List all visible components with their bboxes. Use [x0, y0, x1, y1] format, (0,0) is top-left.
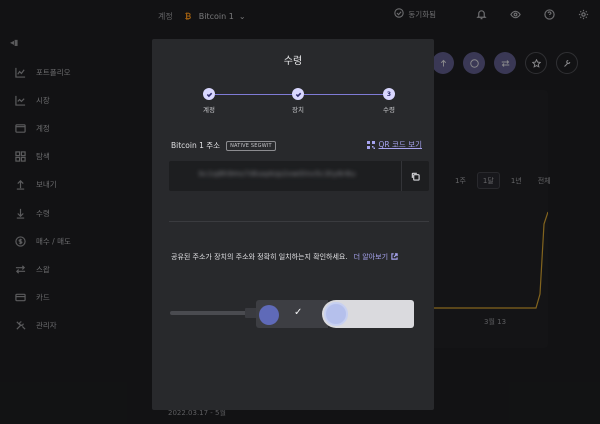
- copy-icon: [411, 172, 420, 181]
- modal-title: 수령: [283, 56, 303, 67]
- device-right-button: [324, 302, 348, 326]
- step-device-dot: [292, 88, 304, 100]
- address-field[interactable]: bc1q8h9ms7dkaq4zp2xw0lnv5c3ty6r8u: [169, 161, 429, 191]
- step-connector: [215, 94, 298, 95]
- verify-message: 공유된 주소가 장치의 주소와 정확히 일치하는지 확인하세요.: [171, 253, 348, 261]
- learn-more-label: 더 알아보기: [353, 253, 389, 261]
- step-device-label: 장치: [292, 106, 304, 114]
- verify-instruction: 공유된 주소가 장치의 주소와 정확히 일치하는지 확인하세요. 더 알아보기: [171, 252, 398, 262]
- usb-cable: [170, 311, 250, 315]
- address-label-text: Bitcoin 1 주소: [171, 141, 221, 150]
- check-icon: [206, 92, 212, 97]
- section-divider: [169, 221, 429, 222]
- step-account-dot: [203, 88, 215, 100]
- step-account-label: 계정: [203, 106, 215, 114]
- device-check-icon: ✓: [294, 307, 303, 318]
- address-value: bc1q8h9ms7dkaq4zp2xw0lnv5c3ty6r8u: [199, 170, 356, 178]
- device-left-button: [259, 305, 279, 325]
- address-label: Bitcoin 1 주소 NATIVE SEGWIT: [171, 140, 276, 151]
- ledger-device-illustration: ✓: [152, 297, 434, 333]
- step-receive-dot: 3: [383, 88, 395, 100]
- learn-more-link[interactable]: 더 알아보기: [353, 252, 398, 262]
- qr-code-icon: [366, 140, 375, 149]
- copy-address-button[interactable]: [401, 161, 429, 191]
- external-link-icon: [391, 252, 398, 262]
- receive-stepper: 계정 장치 3 수령: [152, 88, 434, 118]
- show-qr-code-link[interactable]: QR 코드 보기: [366, 139, 422, 150]
- receive-modal: 수령 계정 장치 3 수령 Bitcoin 1 주소 NATIVE SEGWIT…: [152, 39, 434, 410]
- qr-link-label: QR 코드 보기: [378, 140, 422, 149]
- address-type-badge: NATIVE SEGWIT: [226, 140, 276, 151]
- step-connector: [304, 94, 387, 95]
- step-receive-label: 수령: [383, 106, 395, 114]
- check-icon: [295, 92, 301, 97]
